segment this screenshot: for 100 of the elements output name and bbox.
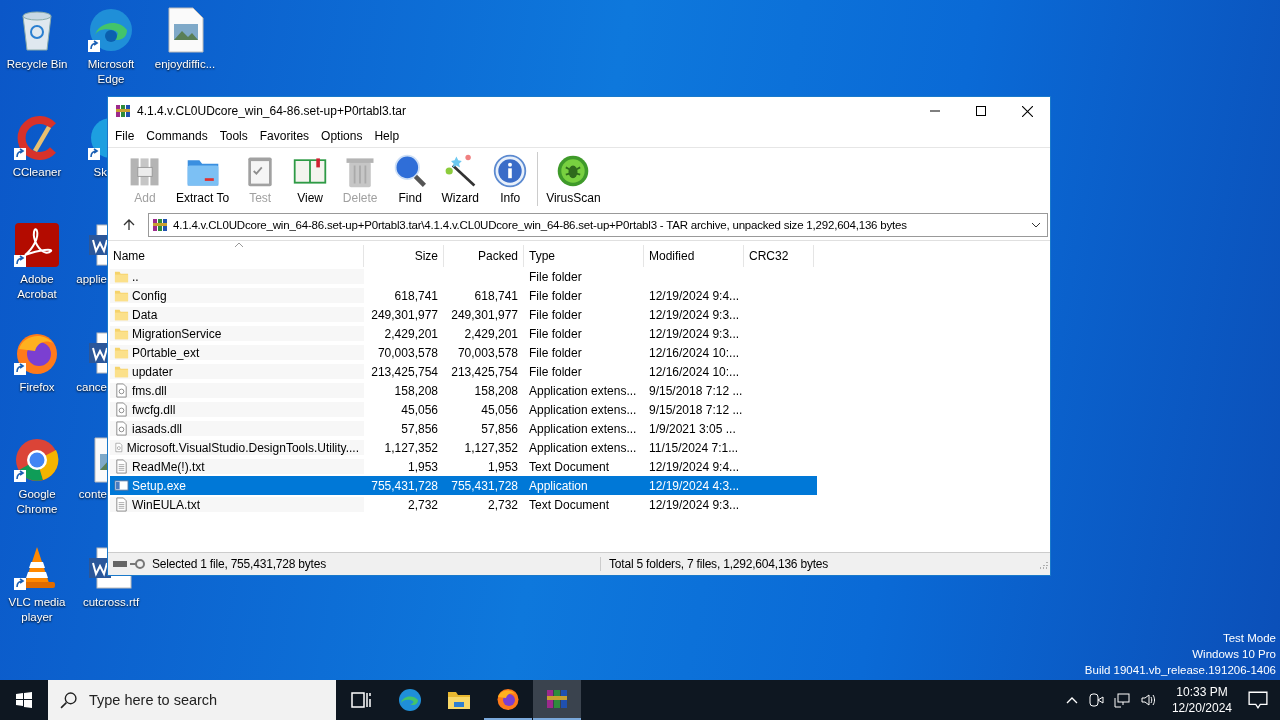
- clock-date[interactable]: 12/20/2024: [1171, 700, 1232, 716]
- type-cell-text: File folder: [528, 364, 583, 379]
- app-icon[interactable]: [13, 221, 61, 269]
- desktop-icon-label[interactable]: Firefox: [1, 379, 73, 395]
- modified-cell-text: 12/19/2024 9:3...: [648, 497, 741, 512]
- size-cell-text: 2,429,201: [383, 326, 439, 341]
- toolbar-button[interactable]: Info: [485, 148, 536, 210]
- window-title: 4.1.4.v.CL0UDcore_win_64-86.set-up+P0rtabl3.tar: [137, 104, 407, 118]
- column-header[interactable]: Name: [108, 245, 364, 267]
- packed-cell-text: 1,953: [486, 459, 519, 474]
- menu-item[interactable]: File: [109, 129, 141, 143]
- desktop-icon-label[interactable]: conte: [78, 487, 107, 502]
- desktop-icon-label[interactable]: applie: [76, 272, 107, 287]
- desktop-icon-label[interactable]: Microsoft Edge: [75, 57, 147, 87]
- size-cell-text: 249,301,977: [370, 307, 439, 322]
- type-cell-text: Application extens...: [528, 383, 638, 398]
- modified-cell-text: 11/15/2024 7:1...: [648, 440, 740, 455]
- desktop-icon-label[interactable]: Google Chrome: [1, 487, 73, 517]
- packed-cell-text: 1,127,352: [463, 440, 519, 455]
- file-icon: [114, 402, 129, 417]
- close-icon: [1021, 105, 1033, 117]
- notifications-icon[interactable]: [1248, 691, 1268, 709]
- type-cell-text: Text Document: [528, 497, 611, 512]
- type-cell-text: Application: [528, 478, 589, 493]
- desktop-icon-label[interactable]: enjoydiffic...: [149, 57, 221, 72]
- file-row[interactable]: MigrationService 2,429,201 2,429,201 File folder 12/19/2024 9:3...: [110, 324, 817, 343]
- desktop-icon-label[interactable]: Sk: [93, 164, 107, 180]
- menu-item[interactable]: Tools: [213, 129, 254, 143]
- file-row[interactable]: WinEULA.txt 2,732 2,732 Text Document 12/19/2024 9:3...: [110, 495, 817, 514]
- file-row[interactable]: Microsoft.VisualStudio.DesignTools.Utility.... 1,127,352 1,127,352 Application extens... 11/15/2024 7:1...: [110, 438, 817, 457]
- packed-cell-text: 2,732: [486, 497, 519, 512]
- file-row[interactable]: .. File folder: [110, 267, 817, 286]
- column-header[interactable]: Size: [364, 245, 444, 267]
- file-name: Setup.exe: [132, 478, 187, 493]
- desktop-icon-label[interactable]: Adobe Acrobat: [1, 272, 73, 302]
- file-icon: [114, 459, 129, 474]
- file-row[interactable]: updater 213,425,754 213,425,754 File folder 12/16/2024 10:...: [110, 362, 817, 381]
- file-row[interactable]: Setup.exe 755,431,728 755,431,728 Application 12/19/2024 4:3...: [110, 476, 817, 495]
- archive-app-icon: [152, 217, 168, 233]
- modified-cell-text: 12/19/2024 9:4...: [648, 459, 741, 474]
- folder-icon: [114, 288, 129, 303]
- file-row[interactable]: Config 618,741 618,741 File folder 12/19/2024 9:4...: [110, 286, 817, 305]
- desktop-icon-label[interactable]: CCleaner: [1, 164, 73, 180]
- menu-item[interactable]: Options: [315, 129, 369, 143]
- system-watermark-text: Build 19041.vb_release.191206-1406: [1084, 663, 1276, 678]
- file-icon: [114, 383, 129, 398]
- column-header[interactable]: CRC32: [744, 245, 814, 267]
- desktop-icon-label[interactable]: Recycle Bin: [1, 57, 73, 72]
- modified-cell-text: 12/19/2024 9:3...: [648, 326, 741, 341]
- size-cell-text: 57,856: [400, 421, 439, 436]
- chevron-up-icon[interactable]: [1065, 696, 1078, 704]
- toolbar-button[interactable]: VirusScan: [540, 148, 607, 210]
- packed-cell-text: 213,425,754: [450, 364, 519, 379]
- clock-time[interactable]: 10:33 PM: [1176, 684, 1228, 700]
- file-name: iasads.dll: [132, 421, 183, 436]
- menu-item[interactable]: Commands: [140, 129, 214, 143]
- column-header[interactable]: Modified: [644, 245, 744, 267]
- search-box[interactable]: Type here to search: [48, 680, 336, 720]
- file-row[interactable]: fwcfg.dll 45,056 45,056 Application extens... 9/15/2018 7:12 ...: [110, 400, 817, 419]
- file-row[interactable]: ReadMe(!).txt 1,953 1,953 Text Document 12/19/2024 9:4...: [110, 457, 817, 476]
- file-row[interactable]: P0rtable_ext 70,003,578 70,003,578 File folder 12/16/2024 10:...: [110, 343, 817, 362]
- desktop-icon-label[interactable]: cutcross.rtf: [75, 594, 147, 610]
- caret-icon[interactable]: [1031, 222, 1041, 228]
- file-row[interactable]: iasads.dll 57,856 57,856 Application extens... 1/9/2021 3:05 ...: [110, 419, 817, 438]
- volume-icon[interactable]: [1139, 692, 1156, 708]
- column-header[interactable]: Packed: [444, 245, 524, 267]
- resize-grip-icon[interactable]: [1038, 559, 1048, 569]
- type-cell-text: Application extens...: [528, 402, 638, 417]
- file-row[interactable]: Data 249,301,977 249,301,977 File folder 12/19/2024 9:3...: [110, 305, 817, 324]
- file-row[interactable]: fms.dll 158,208 158,208 Application extens... 9/15/2018 7:12 ...: [110, 381, 817, 400]
- size-cell-text: 618,741: [393, 288, 439, 303]
- network-icon[interactable]: [1113, 692, 1130, 708]
- search-field[interactable]: Type here to search: [87, 691, 331, 709]
- menu-item[interactable]: Favorites: [253, 129, 316, 143]
- modified-cell-text: 1/9/2021 3:05 ...: [648, 421, 737, 436]
- desktop-icon-label[interactable]: cance: [76, 379, 107, 395]
- app-icon[interactable]: [13, 436, 61, 484]
- desktop-icon-label[interactable]: VLC media player: [1, 594, 73, 625]
- maximize-icon: [976, 106, 986, 116]
- app-icon[interactable]: [87, 6, 135, 54]
- address-field[interactable]: 4.1.4.v.CL0UDcore_win_64-86.set-up+P0rtabl3.tar\4.1.4.v.CL0UDcore_win_64-86.set-up+P0rtabl3 - TAR archive, unpacked size 1,292,604,136 bytes: [148, 213, 1048, 237]
- file-name: Data: [132, 307, 158, 322]
- file-icon: [114, 440, 124, 455]
- toolbar-button[interactable]: View: [285, 148, 336, 210]
- menu-item[interactable]: Help: [368, 129, 406, 143]
- packed-cell-text: 57,856: [480, 421, 519, 436]
- file-name: MigrationService: [132, 326, 222, 341]
- toolbar-button[interactable]: Wizard: [435, 148, 486, 210]
- archive-app-icon: [115, 103, 131, 119]
- toolbar-button[interactable]: Find: [385, 148, 436, 210]
- packed-cell-text: 45,056: [480, 402, 519, 417]
- file-name: ReadMe(!).txt: [132, 459, 205, 474]
- file-name: Microsoft.VisualStudio.DesignTools.Utility....: [126, 440, 359, 455]
- toolbar-button[interactable]: Extract To: [170, 148, 236, 210]
- size-cell-text: 213,425,754: [370, 364, 439, 379]
- size-cell-text: 2,732: [406, 497, 439, 512]
- file-icon: [114, 421, 129, 436]
- column-header[interactable]: Type: [524, 245, 644, 267]
- type-cell-text: Text Document: [528, 459, 611, 474]
- camera-icon[interactable]: [1087, 692, 1104, 708]
